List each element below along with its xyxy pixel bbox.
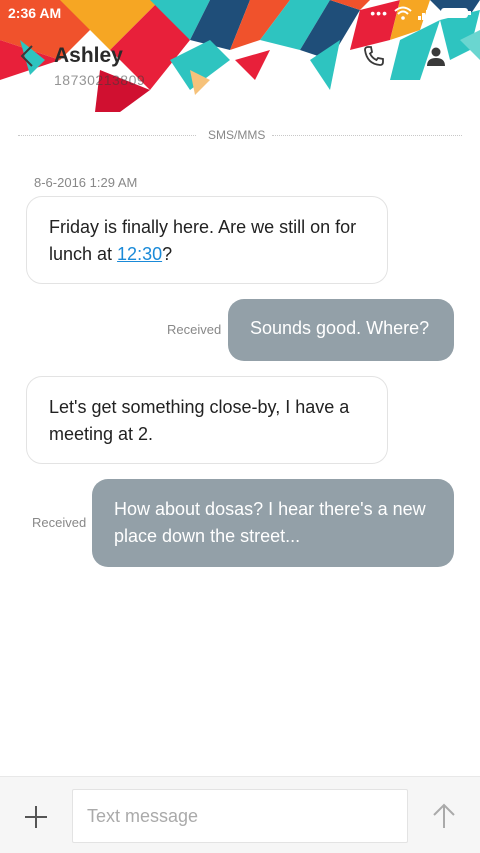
text-message-input[interactable] (72, 789, 408, 843)
time-link[interactable]: 12:30 (117, 244, 162, 264)
incoming-message-bubble[interactable]: Let's get something close-by, I have a m… (26, 376, 388, 464)
send-arrow-icon[interactable] (430, 801, 458, 831)
wifi-icon (394, 6, 412, 20)
message-text: Friday is finally here. Are we still on … (49, 217, 357, 264)
phone-icon[interactable] (362, 44, 386, 68)
message-text: Sounds good. Where? (250, 318, 430, 338)
message-text: How about dosas? I hear there's a new pl… (114, 499, 426, 546)
sms-mms-separator: SMS/MMS (18, 125, 462, 145)
outgoing-message-bubble[interactable]: Sounds good. Where? (228, 299, 454, 361)
contact-number: 18730213809 (54, 72, 146, 88)
delivery-status: Received (167, 322, 222, 337)
delivery-status: Received (32, 515, 87, 530)
plus-icon[interactable] (22, 803, 50, 831)
separator-label: SMS/MMS (208, 128, 266, 142)
message-text-suffix: ? (162, 244, 173, 264)
message-timestamp: 8-6-2016 1:29 AM (34, 175, 138, 190)
battery-icon (441, 8, 471, 18)
person-icon[interactable] (424, 44, 448, 68)
notification-dots-icon: ••• (370, 5, 388, 21)
back-arrow-icon[interactable] (16, 42, 40, 70)
incoming-message-bubble[interactable]: Friday is finally here. Are we still on … (26, 196, 388, 284)
contact-name: Ashley (54, 44, 123, 67)
status-bar: 2:36 AM ••• (0, 0, 480, 26)
outgoing-message-bubble[interactable]: How about dosas? I hear there's a new pl… (92, 479, 454, 567)
status-time: 2:36 AM (8, 5, 62, 21)
signal-icon (418, 7, 433, 20)
status-icons: ••• (370, 6, 472, 20)
message-composer (0, 776, 480, 853)
separator-line-left (18, 135, 196, 136)
message-text: Let's get something close-by, I have a m… (49, 397, 350, 444)
conversation-header: 2:36 AM ••• Ashley 18730213809 (0, 0, 480, 112)
separator-line-right (272, 135, 462, 136)
